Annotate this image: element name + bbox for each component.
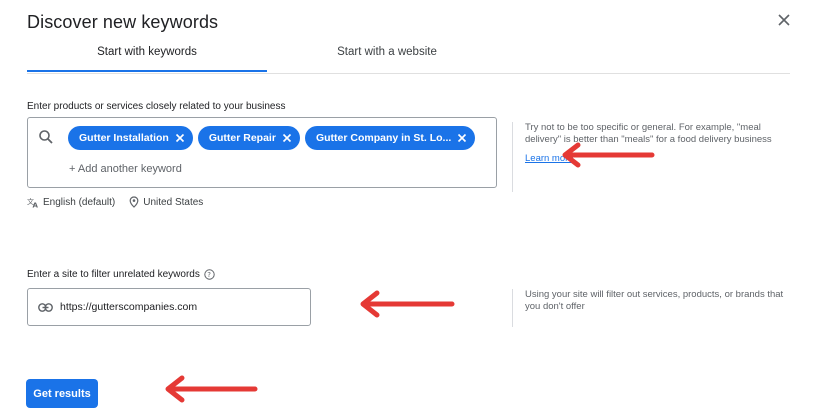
keyword-chip[interactable]: Gutter Installation bbox=[68, 126, 193, 150]
keyword-chip-label: Gutter Installation bbox=[79, 132, 169, 144]
location-pin-icon bbox=[129, 196, 139, 208]
keyword-chip[interactable]: Gutter Repair bbox=[197, 126, 300, 150]
site-hint-panel: Using your site will filter out services… bbox=[512, 289, 787, 327]
arrow-annotation bbox=[360, 290, 455, 318]
remove-chip-icon[interactable] bbox=[173, 131, 187, 145]
site-label-row: Enter a site to filter unrelated keyword… bbox=[27, 269, 215, 280]
arrow-annotation bbox=[562, 142, 655, 168]
close-icon[interactable] bbox=[774, 10, 794, 30]
add-keyword-input[interactable]: + Add another keyword bbox=[69, 163, 182, 175]
remove-chip-icon[interactable] bbox=[455, 131, 469, 145]
arrow-annotation bbox=[165, 375, 258, 403]
dialog-title: Discover new keywords bbox=[27, 12, 219, 32]
svg-text:A: A bbox=[33, 202, 39, 209]
keywords-input-box[interactable]: Gutter Installation Gutter Repair Gutter… bbox=[27, 117, 497, 188]
search-icon bbox=[39, 130, 53, 144]
language-location-row: 文 A English (default) United States bbox=[27, 196, 203, 208]
remove-chip-icon[interactable] bbox=[280, 131, 294, 145]
site-hint-text: Using your site will filter out services… bbox=[525, 289, 784, 312]
keyword-chip[interactable]: Gutter Company in St. Lo... bbox=[304, 126, 476, 150]
link-icon bbox=[38, 302, 53, 312]
svg-text:?: ? bbox=[207, 271, 211, 279]
keywords-label: Enter products or services closely relat… bbox=[27, 101, 286, 112]
help-icon[interactable]: ? bbox=[204, 269, 215, 280]
language-setting[interactable]: English (default) bbox=[43, 197, 115, 208]
translate-icon: 文 A bbox=[27, 197, 39, 209]
keyword-chip-label: Gutter Company in St. Lo... bbox=[315, 132, 452, 144]
get-results-button[interactable]: Get results bbox=[26, 379, 98, 408]
active-tab-indicator bbox=[27, 70, 267, 72]
site-input-value[interactable]: https://gutterscompanies.com bbox=[60, 301, 197, 313]
keyword-chip-label: Gutter Repair bbox=[208, 132, 276, 144]
tab-start-with-website[interactable]: Start with a website bbox=[267, 46, 507, 58]
tab-divider bbox=[27, 73, 790, 74]
keyword-chips: Gutter Installation Gutter Repair Gutter… bbox=[68, 126, 476, 150]
location-setting[interactable]: United States bbox=[143, 197, 203, 208]
tab-start-with-keywords[interactable]: Start with keywords bbox=[27, 46, 267, 58]
site-input-box[interactable]: https://gutterscompanies.com bbox=[27, 288, 311, 326]
site-label: Enter a site to filter unrelated keyword… bbox=[27, 269, 200, 280]
